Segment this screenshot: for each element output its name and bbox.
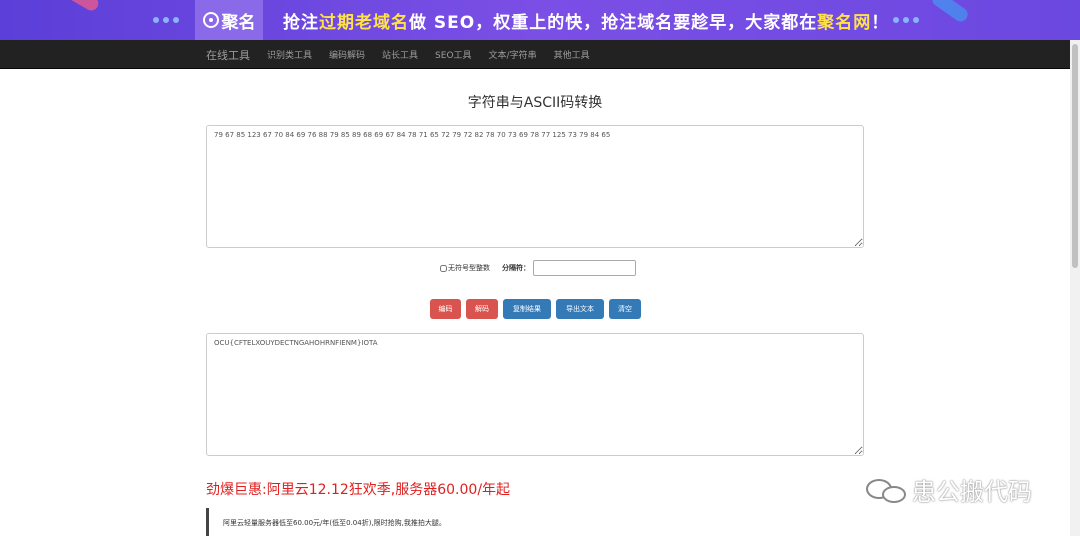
separator-input[interactable] — [533, 260, 636, 276]
promo-quote: 阿里云轻量服务器低至60.00元/年(低至0.04折),限时抢购,我推拍大腿。 — [206, 508, 864, 536]
promo-text: 阿里云轻量服务器低至60.00元/年(低至0.04折),限时抢购,我推拍大腿。 — [223, 519, 446, 527]
banner-decoration — [59, 0, 101, 14]
nav-item-recognition[interactable]: 识别类工具 — [267, 48, 312, 61]
output-textarea[interactable]: OCU{CFTELXOUYDECTNGAHOHRNFIENM}IOTA — [206, 333, 864, 456]
encode-button[interactable]: 编码 — [430, 299, 461, 319]
wechat-icon — [866, 477, 908, 503]
nav-item-text[interactable]: 文本/字符串 — [489, 48, 537, 61]
export-text-button[interactable]: 导出文本 — [556, 299, 604, 319]
options-row: 无符号型整数 分隔符： — [440, 259, 636, 277]
decode-button[interactable]: 解码 — [466, 299, 498, 319]
banner-slogan: 抢注过期老域名做 SEO，权重上的快，抢注域名要趁早，大家都在聚名网！ — [283, 13, 890, 33]
logo-icon — [202, 12, 219, 28]
promo-title[interactable]: 劲爆巨惠:阿里云12.12狂欢季,服务器60.00/年起 — [206, 479, 510, 499]
nav-item-other[interactable]: 其他工具 — [554, 48, 590, 61]
page-title: 字符串与ASCII码转换 — [467, 95, 603, 111]
top-ad-banner[interactable]: 聚名 抢注过期老域名做 SEO，权重上的快，抢注域名要趁早，大家都在聚名网！ — [0, 0, 1080, 40]
banner-dots — [893, 17, 919, 23]
clear-button[interactable]: 清空 — [609, 299, 641, 319]
top-navbar: 在线工具 识别类工具 编码解码 站长工具 SEO工具 文本/字符串 其他工具 — [0, 40, 1080, 69]
input-textarea[interactable]: 79 67 85 123 67 70 84 69 76 88 79 85 89 … — [206, 125, 864, 248]
nav-item-encoding[interactable]: 编码解码 — [329, 48, 365, 61]
banner-logo-text: 聚名 — [221, 12, 256, 33]
banner-dots — [153, 17, 179, 23]
unsigned-label: 无符号型整数 — [448, 264, 490, 272]
nav-item-webmaster[interactable]: 站长工具 — [382, 48, 418, 61]
unsigned-checkbox[interactable] — [440, 264, 447, 272]
separator-label: 分隔符： — [502, 264, 530, 272]
banner-decoration — [929, 0, 971, 25]
copy-result-button[interactable]: 复制结果 — [503, 299, 551, 319]
page-scrollbar[interactable] — [1070, 40, 1080, 536]
banner-logo: 聚名 — [195, 0, 263, 40]
scrollbar-thumb[interactable] — [1072, 44, 1078, 268]
watermark: 患公搬代码 — [866, 472, 1032, 507]
nav-item-seo[interactable]: SEO工具 — [435, 48, 471, 61]
watermark-text: 患公搬代码 — [912, 478, 1032, 506]
nav-brand[interactable]: 在线工具 — [206, 47, 250, 63]
action-buttons: 编码 解码 复制结果 导出文本 清空 — [430, 299, 641, 319]
